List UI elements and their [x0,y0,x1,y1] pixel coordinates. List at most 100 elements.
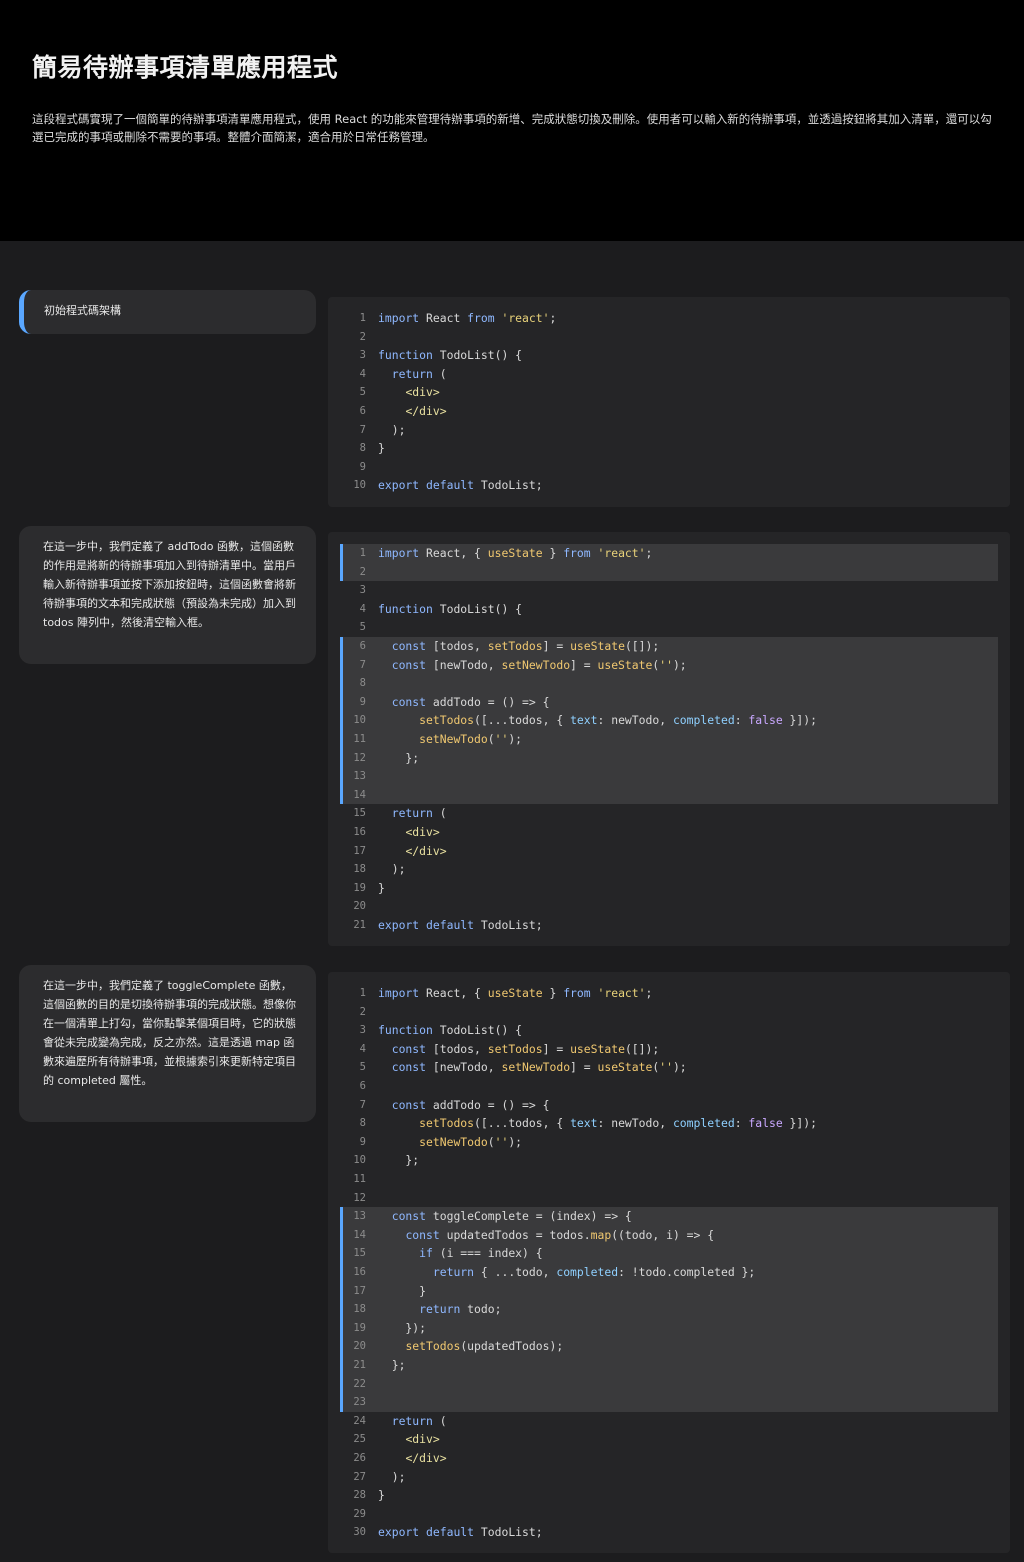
page-description: 這段程式碼實現了一個簡單的待辦事項清單應用程式，使用 React 的功能來管理待… [32,112,992,144]
line-number: 16 [353,826,366,838]
line-number: 10 [353,714,366,727]
code-text: const toggleComplete = (index) => { [391,1209,632,1224]
line-number: 5 [359,621,366,634]
code-text: import React, { useState } from 'react'; [378,986,653,1000]
step-card-2[interactable]: 在這一步中，我們定義了 addTodo 函數，這個函數的作用是將新的待辦事項加入… [19,526,316,664]
line-number: 16 [353,1266,366,1278]
code-line: 6 </div> [340,402,998,421]
code-line: 10 setTodos([...todos, { text: newTodo, … [340,711,998,730]
code-text: function TodoList() { [378,348,523,363]
code-text: export default TodoList; [378,478,543,493]
code-line: 21 }; [340,1356,998,1375]
step-3-text: 在這一步中，我們定義了 toggleComplete 函數，這個函數的目的是切換… [43,979,296,1087]
code-line: 1 import React, { useState } from 'react'… [340,544,998,563]
code-line: 8 [340,674,998,693]
code-line: 13 [340,767,998,786]
line-number: 12 [353,751,366,764]
line-number: 2 [359,330,366,343]
code-text: </div> [405,1451,447,1465]
line-number: 4 [359,602,366,615]
step-card-3[interactable]: 在這一步中，我們定義了 toggleComplete 函數，這個函數的目的是切換… [19,965,316,1122]
code-line: 20 setTodos(updatedTodos); [340,1337,998,1356]
code-text: return ( [391,366,447,381]
code-text: <div> [405,385,440,400]
code-line: 8 setTodos([...todos, { text: newTodo, c… [340,1114,998,1133]
code-line: 17 </div> [340,842,998,861]
code-line: 5 const [newTodo, setNewTodo] = useState… [340,1058,998,1077]
code-line: 16 <div> [340,823,998,842]
line-number: 9 [359,695,366,708]
code-line: 4 const [todos, setTodos] = useState([])… [340,1040,998,1059]
code-text: setNewTodo(''); [419,1134,523,1149]
code-line: 18 return todo; [340,1300,998,1319]
code-line: 4 return ( [340,365,998,384]
code-line: 14 [340,785,998,805]
code-line: 16 return { ...todo, completed: !todo.co… [340,1263,998,1282]
code-text: const [newTodo, setNewTodo] = useState('… [391,657,687,672]
code-text: setTodos(updatedTodos); [405,1339,564,1354]
code-text: return { ...todo, completed: !todo.compl… [432,1265,756,1279]
line-number: 26 [353,1452,366,1464]
line-number: 1 [359,987,366,999]
code-text: return ( [391,1413,447,1428]
line-number: 10 [353,1154,366,1167]
code-line: 22 [340,1374,998,1394]
line-number: 18 [353,1303,366,1316]
code-line: 6 const [todos, setTodos] = useState([])… [340,637,998,656]
line-number: 21 [353,919,366,931]
code-line: 19 }); [340,1318,998,1338]
line-number: 13 [353,1210,366,1223]
line-number: 3 [359,584,366,597]
line-number: 5 [359,1061,366,1074]
code-line: 28} [340,1486,998,1505]
code-text: <div> [405,825,440,839]
code-text: function TodoList() { [378,601,523,616]
code-line: 9 setNewTodo(''); [340,1133,998,1152]
code-text: ); [378,422,406,437]
line-number: 14 [353,1228,366,1241]
code-text: return ( [391,806,447,821]
code-text: } [378,1283,427,1298]
code-line: 21 export default TodoList; [340,916,998,935]
code-text: }; [378,1358,406,1372]
code-text: const [newTodo, setNewTodo] = useState('… [391,1060,687,1075]
line-number: 4 [359,1042,366,1055]
line-number: 14 [353,788,366,801]
code-text: ); [378,1469,406,1484]
code-line: 5 [340,618,998,637]
line-number: 20 [353,900,366,913]
code-line: 9 [340,458,998,477]
line-number: 11 [353,1173,366,1185]
code-line: 2 [340,1003,998,1022]
code-line: 2 [340,562,998,582]
line-number: 17 [353,844,366,857]
line-number: 22 [353,1377,366,1390]
code-line: 30 export default TodoList; [340,1523,998,1542]
line-number: 2 [359,565,366,578]
code-line: 25 <div> [340,1430,998,1449]
code-text: if (i === index) { [419,1246,543,1261]
line-number: 1 [359,547,366,559]
line-number: 17 [353,1284,366,1297]
code-line: 7 const [newTodo, setNewTodo] = useState… [340,655,998,675]
code-text: setTodos([...todos, { text: newTodo, com… [419,713,817,728]
line-number: 27 [353,1470,366,1483]
code-line: 24 return ( [340,1412,998,1431]
code-line: 10 }; [340,1151,998,1170]
line-number: 6 [359,405,366,417]
code-line: 2 [340,328,998,347]
code-line: 18 ); [340,860,998,879]
code-text: const updatedTodos = todos.map((todo, i)… [405,1227,715,1242]
step-1-text: 初始程式碼架構 [44,304,121,317]
code-panel-1: 1 import React from 'react'; 2 3 function To… [328,297,1010,507]
code-text: } [378,880,385,895]
step-2-text: 在這一步中，我們定義了 addTodo 函數，這個函數的作用是將新的待辦事項加入… [43,540,296,629]
step-card-1[interactable]: 初始程式碼架構 [19,290,316,334]
code-panel-3: 1 import React, { useState } from 'react'… [328,972,1010,1553]
code-line: 13 const toggleComplete = (index) => { [340,1207,998,1226]
line-number: 7 [359,423,366,436]
code-line: 1 import React, { useState } from 'react'… [340,984,998,1003]
code-line: 9 const addTodo = () => { [340,692,998,712]
line-number: 6 [359,1080,366,1092]
line-number: 19 [353,881,366,894]
